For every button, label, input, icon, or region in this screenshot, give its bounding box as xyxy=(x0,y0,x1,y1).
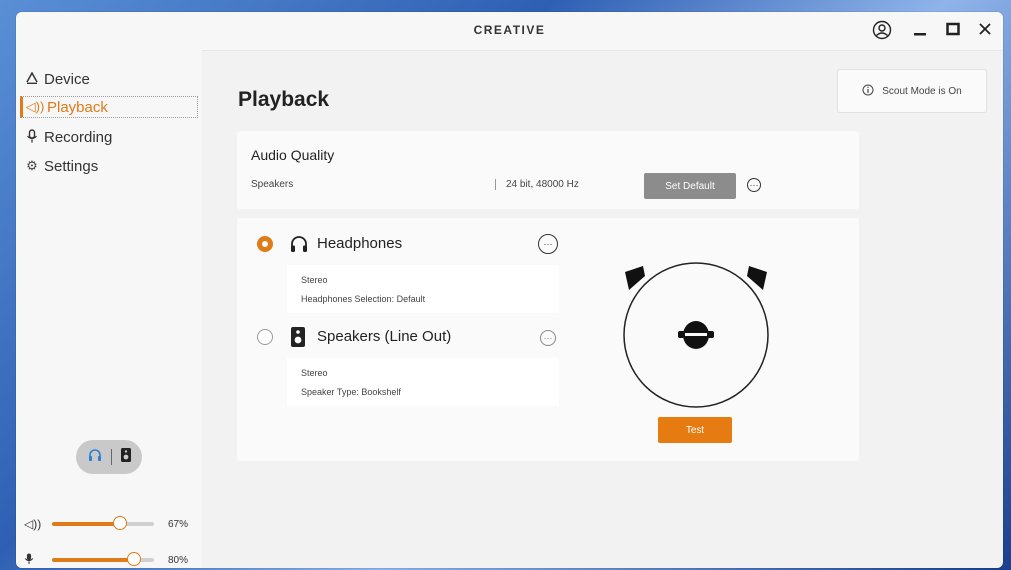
playback-volume-row: ◁)) 67% xyxy=(24,514,202,534)
toggle-divider xyxy=(110,449,112,465)
set-default-button[interactable]: Set Default xyxy=(644,173,736,199)
output-devices-card: Headphones ··· Stereo Headphones Selecti… xyxy=(237,218,859,461)
speaker-position-diagram xyxy=(623,262,769,408)
info-icon xyxy=(862,84,874,99)
playback-volume-fill xyxy=(52,522,121,526)
headphones-details: Stereo Headphones Selection: Default xyxy=(287,265,559,313)
mic-volume-fill xyxy=(52,558,134,562)
app-window: CREATIVE Device ◁)) Playback Recording ⚙… xyxy=(16,12,1003,568)
speakers-channel: Stereo xyxy=(301,368,328,378)
maximize-button[interactable] xyxy=(942,20,964,42)
playback-volume-slider[interactable] xyxy=(52,516,154,530)
headphones-icon xyxy=(289,234,309,259)
headphones-selection: Headphones Selection: Default xyxy=(301,294,426,304)
speakers-label[interactable]: Speakers (Line Out) xyxy=(317,328,451,345)
speakers-more-icon[interactable]: ··· xyxy=(540,330,556,346)
scout-mode-badge[interactable]: Scout Mode is On xyxy=(837,69,987,113)
page-title: Playback xyxy=(238,88,330,111)
headphones-channel: Stereo xyxy=(301,275,328,285)
playback-volume-value: 67% xyxy=(168,518,189,530)
scout-mode-text: Scout Mode is On xyxy=(882,85,962,97)
playback-volume-thumb[interactable] xyxy=(113,516,128,530)
audio-quality-more-icon[interactable]: ··· xyxy=(747,178,761,192)
audio-quality-title: Audio Quality xyxy=(251,147,335,163)
microphone-icon xyxy=(24,552,44,568)
mic-volume-thumb[interactable] xyxy=(126,552,141,566)
sidebar-item-settings[interactable]: ⚙ Settings xyxy=(20,155,198,177)
headphones-radio[interactable] xyxy=(257,236,273,252)
listener-head-icon xyxy=(678,321,714,349)
mic-volume-row: 80% xyxy=(24,550,202,568)
sidebar-item-device[interactable]: Device xyxy=(20,68,198,90)
minimize-button[interactable] xyxy=(909,20,931,42)
speaker-box-icon[interactable] xyxy=(120,447,132,468)
sidebar-item-label: Playback xyxy=(47,98,108,116)
speakers-type: Speaker Type: Bookshelf xyxy=(301,387,401,397)
speakers-radio[interactable] xyxy=(257,329,273,345)
mic-volume-value: 80% xyxy=(168,554,189,566)
sidebar: Device ◁)) Playback Recording ⚙ Settings xyxy=(16,50,202,568)
account-icon[interactable] xyxy=(871,20,893,42)
output-toggle[interactable] xyxy=(76,440,142,474)
headphones-icon[interactable] xyxy=(87,447,103,468)
speaker-box-icon xyxy=(290,326,306,353)
sidebar-item-playback[interactable]: ◁)) Playback xyxy=(20,96,198,118)
mic-volume-slider[interactable] xyxy=(52,552,154,566)
microphone-icon xyxy=(20,128,44,146)
speaker-icon: ◁)) xyxy=(25,99,45,114)
audio-quality-card: Audio Quality Speakers 24 bit, 48000 Hz … xyxy=(237,131,859,209)
volume-icon: ◁)) xyxy=(24,517,42,531)
audio-quality-device: Speakers xyxy=(251,179,294,190)
title-bar: CREATIVE xyxy=(16,12,1003,51)
headphones-more-icon[interactable]: ··· xyxy=(538,234,558,254)
close-button[interactable] xyxy=(974,20,996,42)
audio-quality-format[interactable]: 24 bit, 48000 Hz xyxy=(495,179,579,190)
sidebar-item-recording[interactable]: Recording xyxy=(20,126,198,148)
test-button[interactable]: Test xyxy=(658,417,732,443)
device-icon xyxy=(20,70,44,87)
speakers-details: Stereo Speaker Type: Bookshelf xyxy=(287,358,559,406)
sidebar-item-label: Device xyxy=(44,70,90,88)
brand-logo: CREATIVE xyxy=(473,23,546,37)
headphones-label[interactable]: Headphones xyxy=(317,235,402,252)
gear-icon: ⚙ xyxy=(26,158,38,173)
sidebar-item-label: Settings xyxy=(44,157,99,175)
sidebar-item-label: Recording xyxy=(44,128,113,146)
